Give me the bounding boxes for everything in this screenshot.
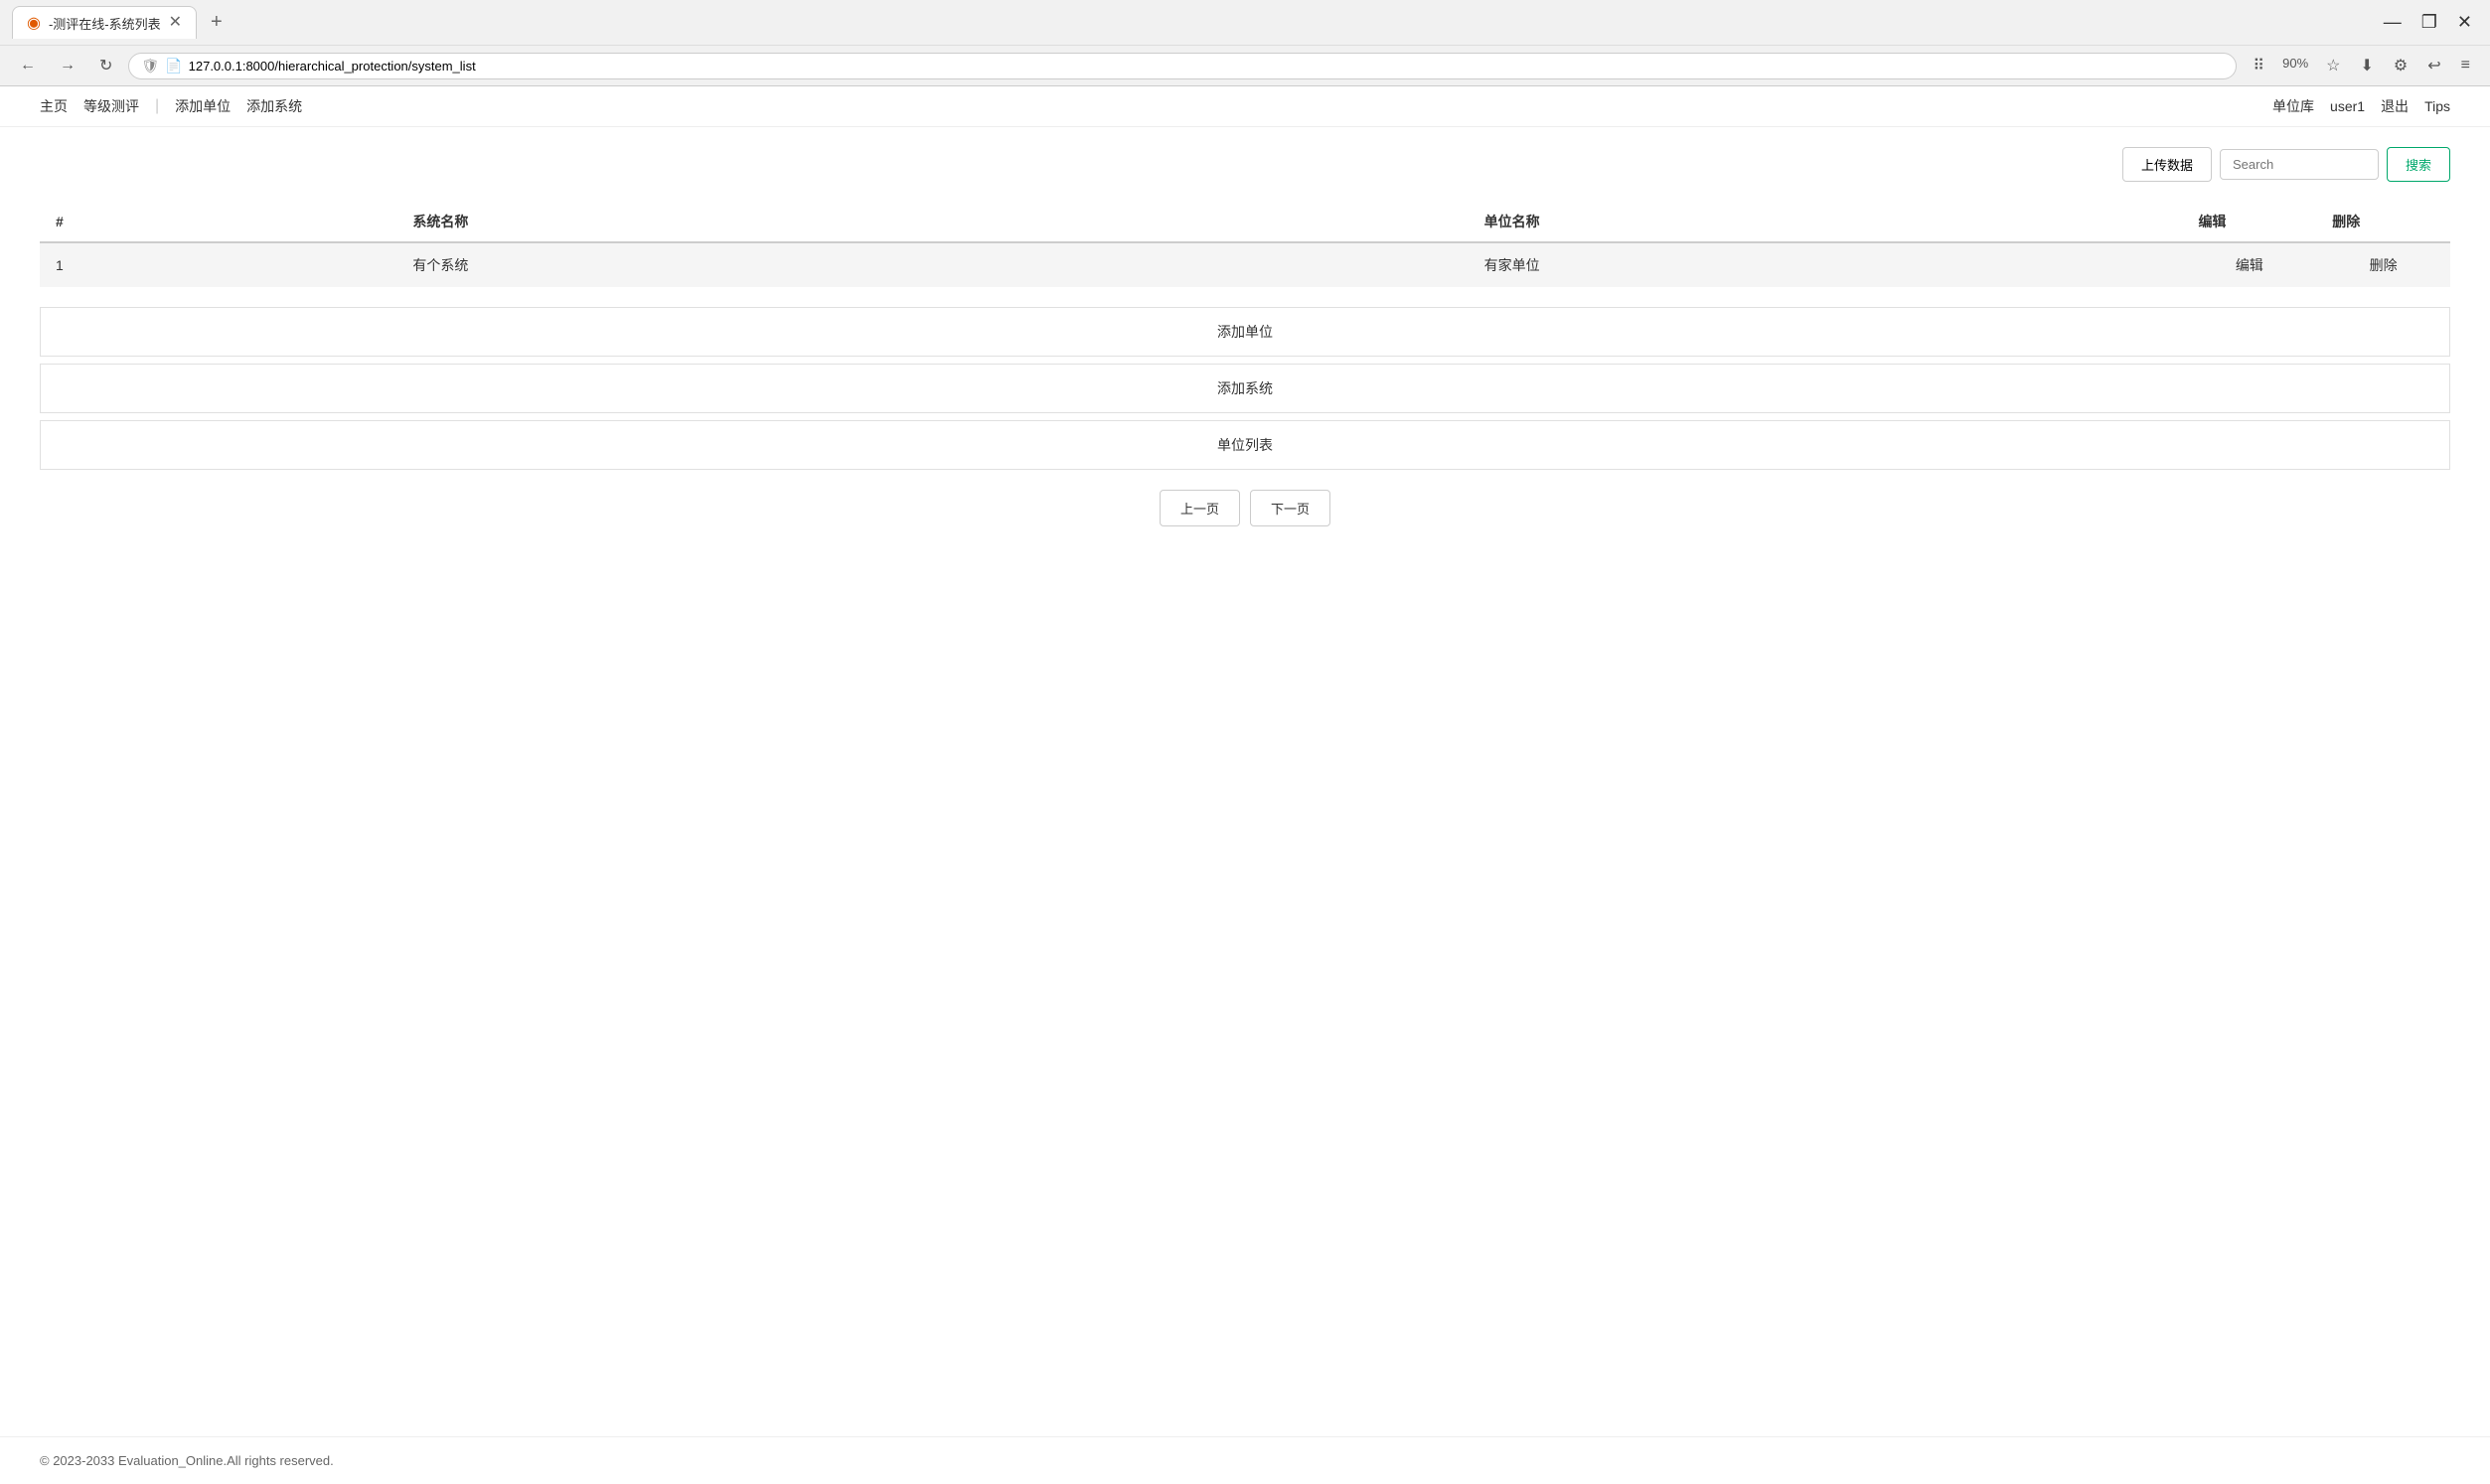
- quick-action-add-unit-label[interactable]: 添加单位: [41, 308, 2450, 357]
- cell-unit-name: 有家单位: [1469, 242, 2183, 287]
- quick-action-spacer2: [41, 413, 2450, 421]
- col-header-system: 系统名称: [396, 202, 1468, 242]
- new-tab-btn[interactable]: +: [205, 11, 229, 34]
- search-btn[interactable]: 搜索: [2387, 147, 2450, 182]
- nav-add-unit[interactable]: 添加单位: [175, 96, 231, 116]
- reload-btn[interactable]: ↻: [91, 52, 120, 79]
- upload-btn[interactable]: 上传数据: [2122, 147, 2212, 182]
- quick-action-add-system-label[interactable]: 添加系统: [41, 365, 2450, 413]
- tab-close-btn[interactable]: ✕: [169, 15, 182, 31]
- prev-page-btn[interactable]: 上一页: [1160, 490, 1240, 526]
- forward-btn[interactable]: →: [52, 53, 83, 78]
- nav-add-system[interactable]: 添加系统: [246, 96, 302, 116]
- table-header-row: # 系统名称 单位名称 编辑 删除: [40, 202, 2450, 242]
- quick-action-add-unit[interactable]: 添加单位: [41, 308, 2450, 357]
- table-row: 1 有个系统 有家单位 编辑 删除: [40, 242, 2450, 287]
- history-back-btn[interactable]: ↩: [2419, 52, 2448, 79]
- window-controls: — ❐ ✕: [2378, 10, 2478, 35]
- browser-chrome: ◉ -测评在线-系统列表 ✕ + — ❐ ✕ ← → ↻ 🛡 📄 ⠿ 90% ☆…: [0, 0, 2490, 86]
- menu-btn[interactable]: ≡: [2453, 52, 2478, 79]
- footer: © 2023-2033 Evaluation_Online.All rights…: [0, 1436, 2490, 1484]
- address-input[interactable]: [189, 59, 2225, 74]
- col-header-unit: 单位名称: [1469, 202, 2183, 242]
- main-nav: 主页 等级测评 | 添加单位 添加系统: [40, 96, 302, 116]
- download-btn[interactable]: ⬇: [2353, 52, 2382, 79]
- main-content: 上传数据 搜索 # 系统名称 单位名称 编辑 删除 1 有个系统 有家单位 编辑: [0, 127, 2490, 546]
- col-header-delete: 删除: [2316, 202, 2450, 242]
- browser-titlebar: ◉ -测评在线-系统列表 ✕ + — ❐ ✕: [0, 0, 2490, 45]
- browser-tab[interactable]: ◉ -测评在线-系统列表 ✕: [12, 6, 197, 39]
- quick-action-spacer1: [41, 357, 2450, 365]
- unit-library-link[interactable]: 单位库: [2272, 96, 2314, 116]
- bookmark-btn[interactable]: ☆: [2318, 52, 2348, 79]
- logout-link[interactable]: 退出: [2381, 96, 2409, 116]
- copyright-text: © 2023-2033 Evaluation_Online.All rights…: [40, 1453, 334, 1468]
- quick-action-unit-list[interactable]: 单位列表: [41, 421, 2450, 470]
- maximize-btn[interactable]: ❐: [2415, 10, 2443, 35]
- address-bar-wrap: 🛡 📄: [128, 53, 2237, 79]
- toolbar-actions: ⠿ 90% ☆ ⬇ ⚙ ↩ ≡: [2245, 52, 2478, 79]
- tab-favicon: ◉: [27, 13, 41, 33]
- quick-action-unit-list-label[interactable]: 单位列表: [41, 421, 2450, 470]
- nav-home[interactable]: 主页: [40, 96, 68, 116]
- nav-separator: |: [155, 97, 159, 115]
- quick-actions-table: 添加单位 添加系统 单位列表: [40, 307, 2450, 470]
- app-header: 主页 等级测评 | 添加单位 添加系统 单位库 user1 退出 Tips: [0, 86, 2490, 127]
- cell-delete[interactable]: 删除: [2316, 242, 2450, 287]
- data-table: # 系统名称 单位名称 编辑 删除 1 有个系统 有家单位 编辑 删除: [40, 202, 2450, 287]
- edit-link[interactable]: 编辑: [2236, 257, 2263, 273]
- tips-link[interactable]: Tips: [2424, 98, 2450, 114]
- address-icon-doc: 📄: [165, 58, 182, 74]
- delete-link[interactable]: 删除: [2370, 257, 2398, 273]
- nav-grade-eval[interactable]: 等级测评: [83, 96, 139, 116]
- search-bar: 上传数据 搜索: [40, 147, 2450, 182]
- header-actions: 单位库 user1 退出 Tips: [2272, 96, 2450, 116]
- extensions-btn[interactable]: ⠿: [2245, 52, 2272, 79]
- back-btn[interactable]: ←: [12, 53, 44, 78]
- col-header-edit: 编辑: [2182, 202, 2316, 242]
- user-link[interactable]: user1: [2330, 98, 2365, 114]
- tab-title: -测评在线-系统列表: [49, 14, 161, 33]
- security-icon: 🛡: [141, 58, 159, 74]
- close-btn[interactable]: ✕: [2451, 10, 2478, 35]
- zoom-level: 90%: [2276, 52, 2314, 79]
- next-page-btn[interactable]: 下一页: [1250, 490, 1330, 526]
- cell-num: 1: [40, 242, 396, 287]
- quick-action-add-system[interactable]: 添加系统: [41, 365, 2450, 413]
- cell-system-name: 有个系统: [396, 242, 1468, 287]
- search-input[interactable]: [2220, 149, 2379, 180]
- col-header-num: #: [40, 202, 396, 242]
- cell-edit[interactable]: 编辑: [2182, 242, 2316, 287]
- browser-toolbar: ← → ↻ 🛡 📄 ⠿ 90% ☆ ⬇ ⚙ ↩ ≡: [0, 45, 2490, 85]
- pagination: 上一页 下一页: [40, 490, 2450, 526]
- minimize-btn[interactable]: —: [2378, 10, 2408, 35]
- profile-btn[interactable]: ⚙: [2386, 52, 2415, 79]
